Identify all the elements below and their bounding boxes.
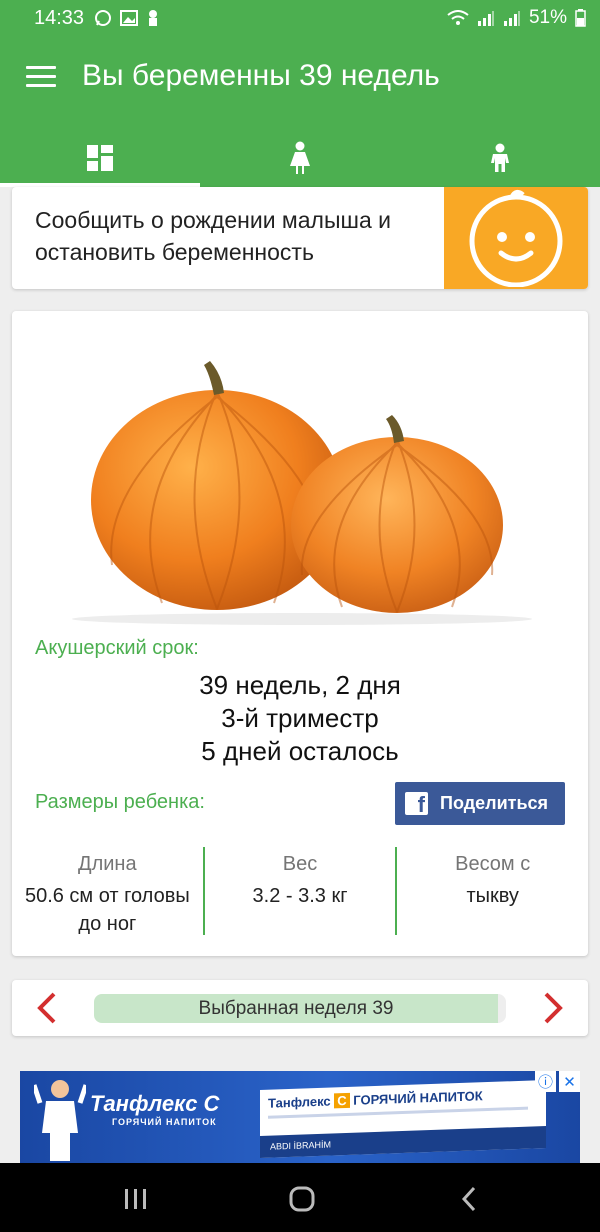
term-value: 39 недель, 2 дня bbox=[199, 670, 401, 700]
ad-brand-sub: ГОРЯЧИЙ НАПИТОК bbox=[112, 1117, 217, 1127]
ad-info-icon[interactable]: ⓘ bbox=[535, 1071, 556, 1092]
baby-face-icon bbox=[469, 189, 563, 287]
metric-comparison: Весом с тыкву bbox=[395, 847, 588, 935]
home-icon bbox=[289, 1186, 315, 1212]
baby-face-tile bbox=[444, 187, 588, 289]
baby-sizes-label: Размеры ребенка: bbox=[35, 791, 205, 813]
metric-weight: Вес 3.2 - 3.3 кг bbox=[202, 847, 396, 935]
ad-pack-title: Танфлекс С ГОРЯЧИЙ НАПИТОК bbox=[268, 1088, 483, 1111]
obstetric-term-label: Акушерский срок: bbox=[35, 637, 199, 659]
tab-mother[interactable] bbox=[200, 128, 400, 187]
metric-comparison-label: Весом с bbox=[455, 853, 531, 875]
prev-week-button[interactable] bbox=[32, 991, 66, 1025]
whatsapp-icon bbox=[95, 10, 112, 26]
metric-length-value: 50.6 см от головы до ног bbox=[24, 885, 190, 935]
home-button[interactable] bbox=[286, 1185, 318, 1213]
menu-icon[interactable] bbox=[26, 66, 56, 90]
trimester-value: 3-й триместр bbox=[221, 703, 379, 733]
next-week-button[interactable] bbox=[534, 991, 568, 1025]
tab-bar bbox=[0, 128, 600, 187]
wifi-icon bbox=[447, 10, 469, 25]
metric-weight-label: Вес bbox=[282, 853, 318, 875]
pregnancy-info-card: Акушерский срок: 39 недель, 2 дня 3-й тр… bbox=[12, 311, 588, 956]
selected-week-label: Выбранная неделя 39 bbox=[94, 994, 506, 1023]
metric-length: Длина 50.6 см от головы до ног bbox=[12, 847, 203, 935]
ad-mascot-icon bbox=[34, 1080, 86, 1161]
ad-controls: ⓘ ✕ bbox=[535, 1071, 580, 1095]
recent-apps-button[interactable] bbox=[120, 1185, 152, 1213]
woman-icon bbox=[290, 141, 310, 174]
status-right: 51% bbox=[447, 7, 586, 29]
share-label: Поделиться bbox=[440, 793, 549, 813]
image-icon bbox=[120, 10, 139, 26]
tab-baby[interactable] bbox=[400, 128, 600, 187]
status-time: 14:33 bbox=[34, 6, 85, 29]
page-title: Вы беременны 39 недель bbox=[82, 59, 440, 92]
recent-apps-icon bbox=[125, 1189, 146, 1209]
notification-icons bbox=[94, 9, 160, 27]
ad-brand: Танфлекс С ГОРЯЧИЙ НАПИТОК bbox=[90, 1091, 220, 1127]
baby-metrics: Длина 50.6 см от головы до ног Вес 3.2 -… bbox=[12, 847, 588, 935]
signal-icon-2 bbox=[503, 11, 520, 26]
back-icon bbox=[461, 1186, 476, 1212]
days-remaining: 5 дней осталось bbox=[201, 736, 399, 766]
chevron-left-icon bbox=[37, 992, 56, 1024]
metric-weight-value: 3.2 - 3.3 кг bbox=[252, 885, 348, 907]
week-selector: Выбранная неделя 39 bbox=[12, 980, 588, 1036]
ad-pack-band: ABDI İBRAHİM bbox=[260, 1126, 546, 1158]
facebook-share-button[interactable]: f Поделиться bbox=[395, 782, 565, 825]
child-icon bbox=[491, 143, 509, 172]
ad-product-pack: Танфлекс С ГОРЯЧИЙ НАПИТОК ABDI İBRAHİM bbox=[260, 1080, 546, 1158]
android-icon bbox=[149, 10, 158, 26]
battery-icon bbox=[575, 9, 586, 27]
ad-close-icon[interactable]: ✕ bbox=[559, 1071, 580, 1092]
grid-icon bbox=[87, 144, 113, 171]
metric-length-label: Длина bbox=[78, 853, 137, 875]
metric-comparison-value: тыкву bbox=[466, 885, 519, 907]
back-button[interactable] bbox=[454, 1185, 486, 1213]
signal-icon bbox=[477, 11, 494, 26]
app-bar: Вы беременны 39 недель bbox=[0, 36, 600, 187]
status-bar: 14:33 51% bbox=[0, 0, 600, 36]
tab-dashboard[interactable] bbox=[0, 128, 200, 187]
pumpkin-image bbox=[72, 361, 532, 625]
term-summary: 39 недель, 2 дня 3-й триместр 5 дней ост… bbox=[12, 669, 588, 768]
system-nav-bar bbox=[0, 1163, 600, 1232]
report-birth-text: Сообщить о рождении малыша и остановить … bbox=[35, 207, 391, 265]
ad-banner[interactable]: Танфлекс С ГОРЯЧИЙ НАПИТОК Танфлекс С ГО… bbox=[20, 1071, 580, 1163]
chevron-right-icon bbox=[544, 992, 563, 1024]
facebook-icon: f bbox=[405, 792, 428, 815]
battery-percent: 51% bbox=[528, 7, 567, 28]
report-birth-card[interactable]: Сообщить о рождении малыша и остановить … bbox=[12, 187, 588, 289]
